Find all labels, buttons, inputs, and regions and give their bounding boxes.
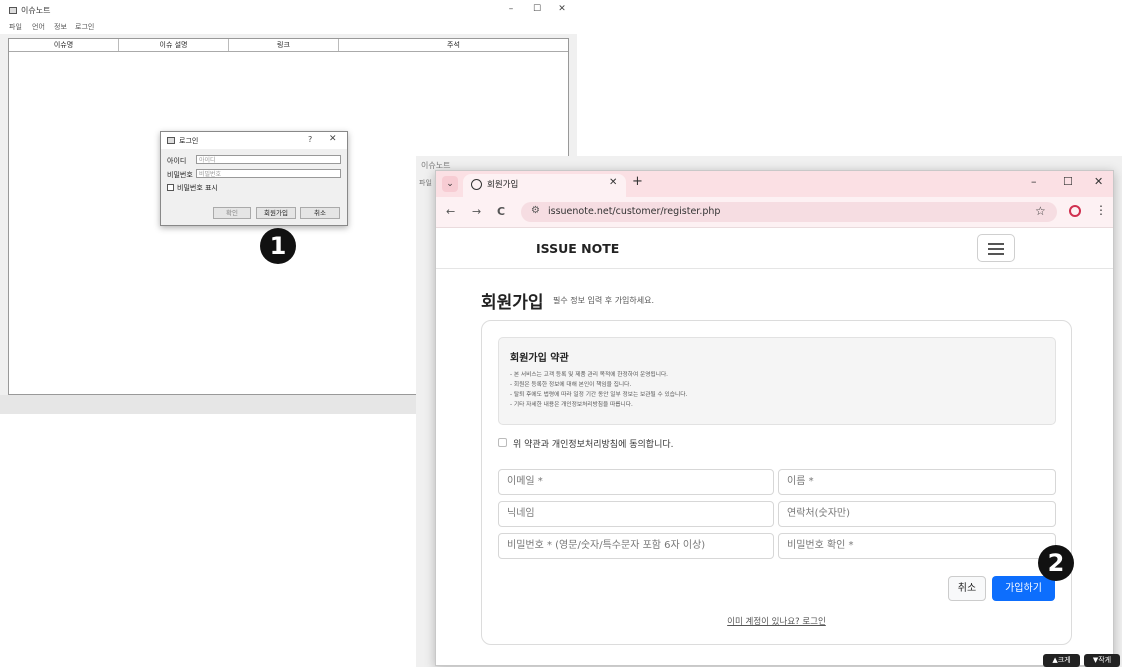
- terms-line: - 탈퇴 후에도 법령에 따라 일정 기간 동안 일부 정보는 보관될 수 있습…: [510, 392, 688, 398]
- page-subtitle: 필수 정보 입력 후 가입하세요.: [553, 296, 655, 305]
- browser-menu-icon[interactable]: ⋮: [1095, 203, 1107, 217]
- agree-label[interactable]: 위 약관과 개인정보처리방침에 동의합니다.: [513, 437, 674, 450]
- close-button[interactable]: ✕: [553, 4, 571, 14]
- column-issue-name[interactable]: 이슈명: [9, 39, 119, 51]
- id-label: 아이디: [167, 157, 187, 165]
- terms-line: - 본 서비스는 고객 등록 및 제품 관리 목적에 한정하여 운영됩니다.: [510, 372, 668, 378]
- register-button[interactable]: 회원가입: [256, 207, 296, 219]
- browser-minimize-button[interactable]: –: [1031, 175, 1037, 188]
- browser-window: ⌄ 회원가입 ✕ + – ☐ ✕ ← → C ⚙ issuenote.net/c…: [435, 170, 1114, 666]
- join-button[interactable]: 가입하기: [992, 576, 1055, 601]
- menu-file[interactable]: 파일: [9, 22, 22, 32]
- browser-toolbar: ← → C ⚙ issuenote.net/customer/register.…: [436, 197, 1113, 228]
- browser-close-button[interactable]: ✕: [1094, 175, 1103, 188]
- step-badge-1: 1: [260, 228, 296, 264]
- dialog-close-button[interactable]: ✕: [329, 134, 337, 144]
- menu-login[interactable]: 로그인: [75, 22, 94, 32]
- tab-title: 회원가입: [487, 180, 519, 190]
- login-link[interactable]: 이미 계정이 있나요? 로그인: [482, 615, 1071, 627]
- email-field[interactable]: 이메일 *: [498, 469, 774, 495]
- site-navbar: ISSUE NOTE: [436, 228, 1113, 269]
- reload-icon[interactable]: C: [497, 205, 505, 218]
- step-badge-2: 2: [1038, 545, 1074, 581]
- column-link[interactable]: 링크: [229, 39, 339, 51]
- login-dialog-titlebar: 로그인 ? ✕: [161, 132, 347, 149]
- tab-strip: ⌄ 회원가입 ✕ + – ☐ ✕: [436, 171, 1113, 197]
- help-button[interactable]: ?: [308, 135, 312, 144]
- column-comment[interactable]: 주석: [339, 39, 568, 51]
- terms-line: - 회원은 등록한 정보에 대해 본인이 책임을 집니다.: [510, 382, 632, 388]
- forward-arrow-icon[interactable]: →: [472, 205, 481, 218]
- app-icon: [9, 7, 17, 14]
- terms-title: 회원가입 약관: [510, 353, 569, 364]
- issue-table-header: 이슈명 이슈 설명 링크 주석: [9, 39, 568, 52]
- browser-maximize-button[interactable]: ☐: [1063, 175, 1073, 188]
- address-bar[interactable]: ⚙ issuenote.net/customer/register.php ☆: [521, 202, 1057, 222]
- site-settings-icon[interactable]: ⚙: [531, 205, 540, 216]
- site-brand[interactable]: ISSUE NOTE: [536, 241, 619, 256]
- menu-info[interactable]: 정보: [54, 22, 67, 32]
- globe-icon: [471, 179, 482, 190]
- back-arrow-icon[interactable]: ←: [446, 205, 455, 218]
- zoom-out-button[interactable]: ▼작게: [1084, 654, 1120, 667]
- profile-avatar-icon[interactable]: [1069, 205, 1081, 217]
- tab-close-icon[interactable]: ✕: [609, 177, 617, 188]
- tab-register[interactable]: 회원가입 ✕: [463, 174, 626, 197]
- show-password-label: 비밀번호 표시: [177, 184, 218, 192]
- ok-button[interactable]: 확인: [213, 207, 251, 219]
- new-tab-button[interactable]: +: [632, 174, 643, 189]
- web-page: ISSUE NOTE 회원가입 필수 정보 입력 후 가입하세요. 회원가입 약…: [436, 228, 1113, 665]
- phone-field[interactable]: 연락처(숫자만): [778, 501, 1056, 527]
- url-text[interactable]: issuenote.net/customer/register.php: [548, 206, 720, 217]
- register-form-card: 회원가입 약관 - 본 서비스는 고객 등록 및 제품 관리 목적에 한정하여 …: [481, 320, 1072, 645]
- nickname-field[interactable]: 닉네임: [498, 501, 774, 527]
- bookmark-star-icon[interactable]: ☆: [1035, 204, 1046, 218]
- page-title: 회원가입: [481, 293, 544, 313]
- form-cancel-button[interactable]: 취소: [948, 576, 986, 601]
- minimize-button[interactable]: –: [502, 4, 520, 14]
- login-dialog: 로그인 ? ✕ 아이디 아이디 비밀번호 비밀번호 비밀번호 표시 확인 회원가…: [160, 131, 348, 226]
- password-confirm-field[interactable]: 비밀번호 확인 *: [778, 533, 1056, 559]
- dialog-icon: [167, 137, 175, 144]
- hamburger-menu-icon[interactable]: [977, 234, 1015, 262]
- terms-line: - 기타 자세한 내용은 개인정보처리방침을 따릅니다.: [510, 402, 633, 408]
- tab-search-chevron-icon[interactable]: ⌄: [442, 176, 458, 192]
- password-label: 비밀번호: [167, 171, 193, 179]
- background-app-menu: 파일: [419, 179, 432, 187]
- menu-language[interactable]: 언어: [32, 22, 45, 32]
- cancel-button[interactable]: 취소: [300, 207, 340, 219]
- app-menubar: 파일 언어 정보 로그인: [0, 20, 577, 34]
- name-field[interactable]: 이름 *: [778, 469, 1056, 495]
- agree-checkbox[interactable]: [498, 438, 507, 447]
- app-title: 이슈노트: [21, 6, 51, 15]
- id-input[interactable]: 아이디: [196, 155, 341, 164]
- password-input[interactable]: 비밀번호: [196, 169, 341, 178]
- terms-box: 회원가입 약관 - 본 서비스는 고객 등록 및 제품 관리 목적에 한정하여 …: [498, 337, 1056, 425]
- login-dialog-title: 로그인: [179, 137, 199, 145]
- show-password-checkbox[interactable]: [167, 184, 174, 191]
- app-titlebar: 이슈노트 – ☐ ✕: [0, 0, 577, 22]
- column-issue-description[interactable]: 이슈 설명: [119, 39, 229, 51]
- zoom-in-button[interactable]: ▲크게: [1043, 654, 1080, 667]
- password-field[interactable]: 비밀번호 * (영문/숫자/특수문자 포함 6자 이상): [498, 533, 774, 559]
- maximize-button[interactable]: ☐: [528, 4, 546, 14]
